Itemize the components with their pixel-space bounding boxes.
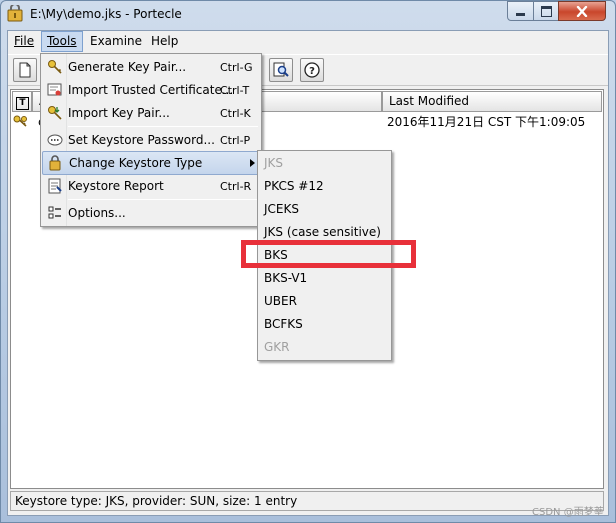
password-icon — [47, 132, 63, 148]
menu-item-accelerator: Ctrl-R — [220, 180, 252, 193]
menu-item-import-trusted-certificate[interactable]: Import Trusted Certificate... Ctrl-T — [41, 79, 261, 102]
menu-item-generate-key-pair[interactable]: Generate Key Pair... Ctrl-G — [41, 56, 261, 79]
menu-separator — [68, 126, 258, 127]
annotation-highlight-box — [241, 240, 416, 268]
maximize-icon — [540, 5, 552, 17]
submenu-arrow-icon — [250, 159, 255, 167]
menu-item-label: Import Trusted Certificate... — [68, 83, 234, 97]
svg-text:?: ? — [309, 66, 315, 77]
close-icon — [576, 5, 588, 17]
menu-tools-label: Tools — [47, 34, 77, 48]
examine-icon — [273, 62, 289, 77]
submenu-item-bks-v1[interactable]: BKS-V1 — [264, 267, 307, 290]
close-button[interactable] — [558, 1, 606, 21]
submenu-item-jceks[interactable]: JCEKS — [264, 198, 299, 221]
menu-item-label: Set Keystore Password... — [68, 133, 215, 147]
help-button[interactable]: ? — [300, 58, 324, 82]
menu-item-import-key-pair[interactable]: Import Key Pair... Ctrl-K — [41, 102, 261, 125]
change-type-icon — [48, 155, 64, 171]
menu-file[interactable]: File — [9, 31, 39, 52]
menu-item-accelerator: Ctrl-T — [220, 84, 250, 97]
menu-item-options[interactable]: Options... — [41, 202, 261, 225]
menu-item-accelerator: Ctrl-K — [220, 107, 251, 120]
menu-examine-label: Examine — [90, 34, 143, 48]
row-last-modified: 2016年11月21日 CST 下午1:09:05 — [387, 115, 586, 129]
submenu-item-bcfks[interactable]: BCFKS — [264, 313, 303, 336]
new-keystore-button[interactable] — [13, 58, 37, 82]
menu-item-accelerator: Ctrl-P — [220, 134, 251, 147]
menu-item-label: Import Key Pair... — [68, 106, 170, 120]
report-icon — [47, 178, 63, 194]
menu-item-change-keystore-type[interactable]: Change Keystore Type — [42, 151, 260, 175]
menu-item-label: Options... — [68, 206, 126, 220]
menu-item-label: Change Keystore Type — [69, 156, 203, 170]
window-title: E:\My\demo.jks - Portecle — [30, 7, 182, 21]
certificate-icon — [47, 82, 63, 98]
import-key-icon — [47, 105, 63, 121]
menu-examine[interactable]: Examine — [85, 31, 147, 52]
new-keystore-icon — [19, 62, 31, 78]
menu-file-label: File — [14, 34, 35, 48]
submenu-item-jks: JKS — [264, 156, 284, 170]
column-header-type[interactable]: T — [12, 91, 32, 112]
column-header-last-modified[interactable]: Last Modified — [382, 91, 602, 112]
menu-item-keystore-report[interactable]: Keystore Report Ctrl-R — [41, 175, 261, 198]
minimize-icon — [516, 12, 525, 16]
menu-item-label: Generate Key Pair... — [68, 60, 187, 74]
status-bar: Keystore type: JKS, provider: SUN, size:… — [10, 491, 604, 511]
menu-help[interactable]: Help — [146, 31, 183, 52]
submenu-item-uber[interactable]: UBER — [264, 290, 297, 313]
menu-separator — [68, 199, 258, 200]
menu-tools[interactable]: Tools — [41, 31, 83, 52]
options-icon — [47, 205, 63, 221]
help-icon: ? — [304, 62, 320, 78]
submenu-item-gkr: GKR — [264, 340, 290, 354]
type-column-icon: T — [16, 97, 29, 110]
key-pair-icon — [47, 59, 63, 75]
minimize-button[interactable] — [507, 1, 534, 21]
key-pair-icon — [13, 115, 31, 129]
submenu-item-pkcs12[interactable]: PKCS #12 — [264, 175, 324, 198]
examine-button[interactable] — [269, 58, 293, 82]
menu-item-set-keystore-password[interactable]: Set Keystore Password... Ctrl-P — [41, 129, 261, 152]
menu-help-label: Help — [151, 34, 179, 48]
menu-item-label: Keystore Report — [68, 179, 164, 193]
app-icon — [7, 3, 23, 22]
menu-item-accelerator: Ctrl-G — [220, 61, 253, 74]
maximize-button[interactable] — [533, 1, 559, 21]
watermark: CSDN @雨梦莘 — [532, 507, 604, 518]
column-header-last-modified-label: Last Modified — [389, 94, 470, 108]
